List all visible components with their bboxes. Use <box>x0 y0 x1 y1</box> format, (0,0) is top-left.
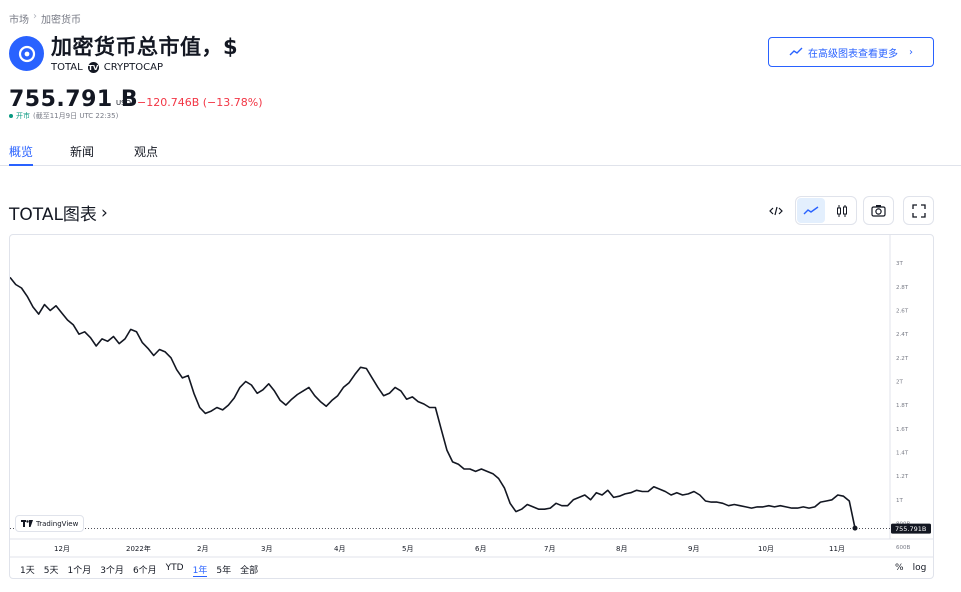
chevron-right-icon: › <box>100 202 108 223</box>
y-tick-label: 2.4T <box>896 332 909 338</box>
tradingview-badge[interactable]: TradingView <box>15 515 85 532</box>
chart-container[interactable]: 3T2.8T2.6T2.4T2.2T2T1.8T1.6T1.4T1.2T1T80… <box>9 234 934 579</box>
line-chart-icon <box>803 205 819 214</box>
candlestick-icon <box>836 204 847 217</box>
y-tick-label: 1.6T <box>896 427 909 433</box>
price-chart[interactable]: 3T2.8T2.6T2.4T2.2T2T1.8T1.6T1.4T1.2T1T80… <box>10 235 934 579</box>
range-button-2[interactable]: 1个月 <box>67 563 91 577</box>
status-dot-icon <box>9 114 13 118</box>
fullscreen-button[interactable] <box>903 196 934 225</box>
tab-news[interactable]: 新闻 <box>70 143 94 166</box>
tab-bar: 概览 新闻 观点 <box>0 140 961 166</box>
symbol-code: TOTAL <box>51 62 83 73</box>
y-tick-label: 1T <box>896 498 903 504</box>
x-tick-label: 10月 <box>758 545 774 553</box>
snapshot-button[interactable] <box>863 196 894 225</box>
change-absolute: −120.746B <box>137 96 200 109</box>
tab-ideas[interactable]: 观点 <box>134 143 158 166</box>
x-tick-label: 9月 <box>688 545 699 553</box>
change-percent: (−13.78%) <box>202 96 263 109</box>
y-tick-label: 2T <box>896 379 903 385</box>
camera-icon <box>871 205 886 217</box>
breadcrumb: 市场 › 加密货币 <box>9 11 81 26</box>
y-tick-label: 2.2T <box>896 356 909 362</box>
x-tick-label: 3月 <box>261 545 272 553</box>
exchange-name[interactable]: CRYPTOCAP <box>104 62 163 73</box>
status-timestamp: (截至11月9日 UTC 22:35) <box>33 112 119 120</box>
y-tick-label: 1.2T <box>896 474 909 480</box>
x-tick-label: 4月 <box>334 545 345 553</box>
x-tick-label: 11月 <box>829 545 845 553</box>
x-tick-label: 2022年 <box>126 544 151 553</box>
market-status: 开市 (截至11月9日 UTC 22:35) <box>9 111 118 121</box>
range-button-3[interactable]: 3个月 <box>100 563 124 577</box>
x-tick-label: 8月 <box>616 545 627 553</box>
price-change: −120.746B (−13.78%) <box>137 96 263 109</box>
y-tick-label: 1.4T <box>896 450 909 456</box>
x-tick-label: 12月 <box>54 545 70 553</box>
price-series-line <box>10 276 856 529</box>
last-point-marker <box>852 525 858 531</box>
trend-icon <box>789 47 803 56</box>
breadcrumb-separator: › <box>33 11 37 22</box>
advanced-chart-button[interactable]: 在高级图表查看更多 › <box>768 37 934 67</box>
tradingview-label: TradingView <box>36 519 79 528</box>
symbol-line: TOTAL TV CRYPTOCAP <box>51 62 163 73</box>
range-button-5[interactable]: YTD <box>166 563 184 577</box>
range-selector: 1天 5天 1个月 3个月 6个月 YTD 1年 5年 全部 <box>20 563 267 577</box>
exchange-icon: TV <box>87 62 99 73</box>
log-scale-toggle[interactable]: log <box>913 563 927 573</box>
range-button-8[interactable]: 全部 <box>240 563 258 577</box>
price-unit: USD <box>116 99 131 107</box>
y-tick-label: 600B <box>896 545 910 551</box>
range-button-1[interactable]: 5天 <box>44 563 59 577</box>
x-tick-label: 7月 <box>544 545 555 553</box>
breadcrumb-item-crypto[interactable]: 加密货币 <box>41 11 81 26</box>
tab-overview[interactable]: 概览 <box>9 143 34 166</box>
x-tick-label: 2月 <box>197 545 208 553</box>
y-tick-label: 2.6T <box>896 309 909 315</box>
tradingview-logo-icon <box>21 519 33 527</box>
breadcrumb-item-market[interactable]: 市场 <box>9 11 29 26</box>
range-button-7[interactable]: 5年 <box>216 563 231 577</box>
line-chart-button[interactable] <box>797 198 825 223</box>
embed-code-button[interactable] <box>760 196 791 225</box>
fullscreen-icon <box>911 203 926 218</box>
y-tick-label: 1.8T <box>896 403 909 409</box>
embed-code-icon <box>768 206 783 215</box>
y-tick-label: 3T <box>896 261 903 267</box>
candlestick-button[interactable] <box>828 198 855 223</box>
y-tick-label: 2.8T <box>896 285 909 291</box>
last-price-label: 755.791B <box>891 523 931 534</box>
advanced-chart-label: 在高级图表查看更多 <box>808 48 898 60</box>
range-button-6[interactable]: 1年 <box>192 563 208 577</box>
scale-options: % log <box>895 563 926 573</box>
range-button-4[interactable]: 6个月 <box>133 563 157 577</box>
last-price-text: 755.791B <box>895 525 926 533</box>
range-button-0[interactable]: 1天 <box>20 563 35 577</box>
chart-heading-label: TOTAL图表 <box>9 205 97 225</box>
crypto-logo-icon <box>9 36 44 71</box>
percent-scale-toggle[interactable]: % <box>895 563 904 573</box>
x-tick-label: 6月 <box>475 545 486 553</box>
x-tick-label: 5月 <box>402 545 413 553</box>
chevron-right-icon: › <box>909 46 913 58</box>
chart-heading[interactable]: TOTAL图表 › <box>9 200 108 226</box>
status-text: 开市 <box>16 112 30 120</box>
page-title: 加密货币总市值，$ <box>51 35 239 59</box>
